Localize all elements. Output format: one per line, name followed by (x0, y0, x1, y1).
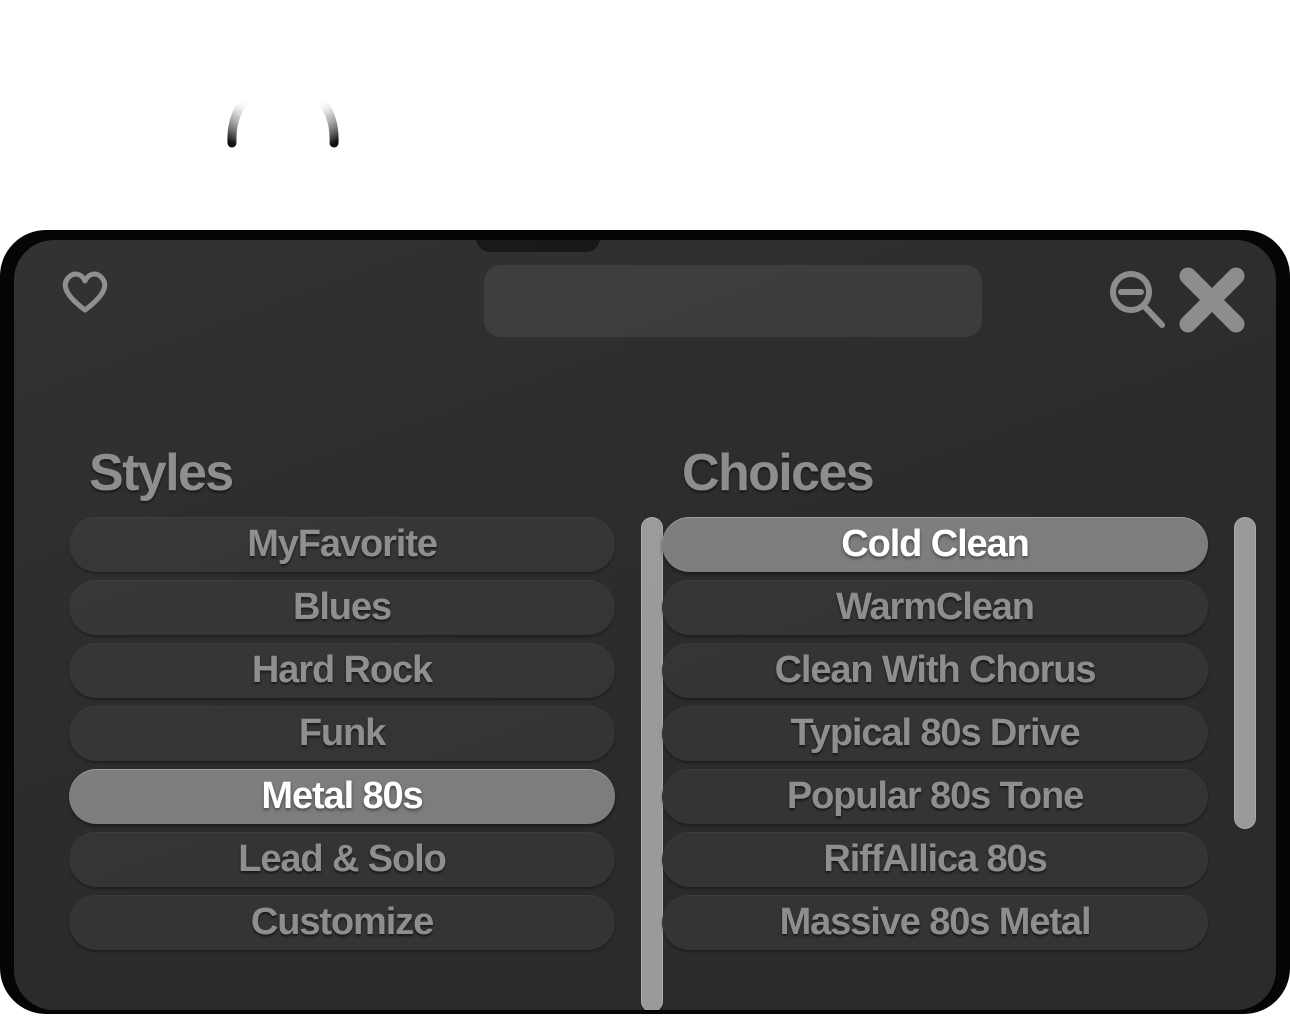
list-item[interactable]: WarmClean (662, 580, 1208, 635)
top-notch (476, 240, 600, 252)
list-item[interactable]: Typical 80s Drive (662, 706, 1208, 761)
choices-scrollbar-thumb[interactable] (1234, 517, 1256, 829)
styles-list[interactable]: MyFavorite Blues Hard Rock Funk Metal 80s Lea… (69, 517, 615, 1010)
choices-list[interactable]: Cold Clean WarmClean Clean With Chorus Typi… (662, 517, 1208, 1010)
list-item[interactable]: Cold Clean (662, 517, 1208, 572)
list-item[interactable]: Hard Rock (69, 643, 615, 698)
preset-name-field[interactable] (484, 265, 982, 337)
list-item[interactable]: Massive 80s Metal (662, 895, 1208, 950)
styles-heading: Styles (89, 444, 234, 502)
decorative-arcs (0, 0, 1290, 240)
list-item[interactable]: Lead & Solo (69, 832, 615, 887)
list-item[interactable]: Popular 80s Tone (662, 769, 1208, 824)
magnifier-minus-icon[interactable] (1102, 265, 1170, 333)
styles-scrollbar-thumb[interactable] (641, 517, 663, 1010)
choices-heading: Choices (682, 444, 875, 502)
list-item[interactable]: Clean With Chorus (662, 643, 1208, 698)
close-x-icon[interactable] (1176, 264, 1248, 336)
choices-column: Choices Cold Clean WarmClean Clean With Ch… (662, 352, 1262, 1010)
list-item[interactable]: RiffAllica 80s (662, 832, 1208, 887)
browser-columns: Styles MyFavorite Blues Hard Rock Funk Metal… (14, 352, 1276, 1010)
list-item[interactable]: Metal 80s (69, 769, 615, 824)
list-item[interactable]: Customize (69, 895, 615, 950)
dialog-topbar (14, 240, 1276, 352)
styles-scrollbar[interactable] (641, 517, 663, 1010)
list-item[interactable]: Funk (69, 706, 615, 761)
list-item[interactable]: MyFavorite (69, 517, 615, 572)
styles-column: Styles MyFavorite Blues Hard Rock Funk Metal… (44, 352, 663, 1010)
list-item[interactable]: Blues (69, 580, 615, 635)
heart-icon[interactable] (59, 265, 111, 317)
choices-scrollbar[interactable] (1234, 517, 1256, 1010)
preset-browser-dialog: Styles MyFavorite Blues Hard Rock Funk Metal… (14, 240, 1276, 1010)
